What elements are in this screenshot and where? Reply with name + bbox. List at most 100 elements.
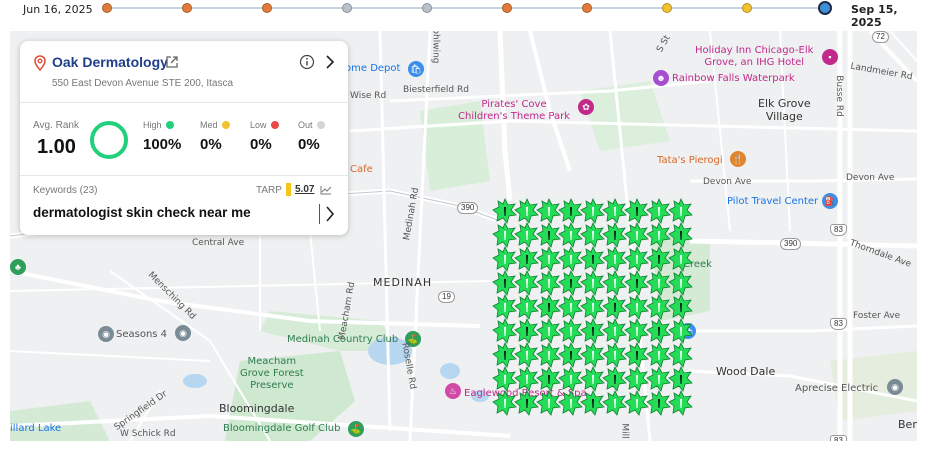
rank-marker[interactable]	[602, 270, 627, 296]
rank-marker[interactable]	[624, 390, 649, 416]
rank-marker[interactable]	[536, 246, 561, 272]
rank-marker[interactable]	[668, 318, 693, 344]
place-pin-icon[interactable]: ◉	[887, 379, 903, 395]
rank-marker[interactable]	[646, 294, 671, 320]
resort-pin-icon[interactable]: ♨	[445, 383, 461, 399]
rank-marker[interactable]	[580, 366, 605, 392]
rank-marker[interactable]	[514, 294, 539, 320]
tarp-value[interactable]: 5.07	[295, 184, 314, 195]
next-keyword-icon[interactable]	[324, 205, 336, 223]
timeline-point[interactable]	[262, 3, 272, 13]
timeline-point[interactable]	[182, 3, 192, 13]
rank-marker[interactable]	[668, 270, 693, 296]
rank-marker[interactable]	[602, 318, 627, 344]
rank-marker[interactable]	[514, 342, 539, 368]
rank-marker[interactable]	[624, 222, 649, 248]
rank-marker[interactable]	[536, 342, 561, 368]
rank-marker[interactable]	[514, 270, 539, 296]
rank-marker[interactable]	[602, 246, 627, 272]
rank-marker[interactable]	[646, 198, 671, 224]
rank-marker[interactable]	[668, 342, 693, 368]
timeline-point-selected[interactable]	[818, 1, 832, 15]
rank-marker[interactable]	[492, 222, 517, 248]
rank-marker[interactable]	[602, 222, 627, 248]
rank-marker[interactable]	[646, 318, 671, 344]
rank-marker[interactable]	[646, 222, 671, 248]
rank-marker[interactable]	[580, 270, 605, 296]
rank-marker[interactable]	[602, 342, 627, 368]
rank-marker[interactable]	[646, 342, 671, 368]
rank-marker[interactable]	[624, 246, 649, 272]
rank-marker[interactable]	[624, 294, 649, 320]
rank-marker[interactable]	[668, 246, 693, 272]
timeline-point[interactable]	[342, 3, 352, 13]
rank-marker[interactable]	[514, 246, 539, 272]
business-name-link[interactable]: Oak Dermatology	[52, 54, 168, 70]
rank-marker[interactable]	[558, 222, 583, 248]
timeline-point[interactable]	[502, 3, 512, 13]
keyword-selector[interactable]: dermatologist skin check near me	[33, 205, 251, 220]
store-pin-icon[interactable]: ◉	[98, 326, 114, 342]
rank-marker[interactable]	[536, 198, 561, 224]
rank-marker[interactable]	[602, 390, 627, 416]
store-pin-icon[interactable]: 🛍	[408, 61, 424, 77]
rank-marker[interactable]	[514, 222, 539, 248]
rank-marker[interactable]	[492, 270, 517, 296]
rank-marker[interactable]	[536, 222, 561, 248]
rank-marker[interactable]	[646, 366, 671, 392]
rank-marker[interactable]	[580, 198, 605, 224]
restaurant-pin-icon[interactable]: 🍴	[730, 151, 746, 167]
rank-marker[interactable]	[580, 246, 605, 272]
timeline-point[interactable]	[582, 3, 592, 13]
rank-marker[interactable]	[536, 366, 561, 392]
park-pin-icon[interactable]: ♣	[10, 259, 26, 275]
rank-marker[interactable]	[668, 198, 693, 224]
rank-marker[interactable]	[624, 270, 649, 296]
place-pin-icon[interactable]: ◉	[175, 325, 191, 341]
rank-marker[interactable]	[558, 318, 583, 344]
rank-marker[interactable]	[668, 366, 693, 392]
rank-marker[interactable]	[514, 390, 539, 416]
rank-marker[interactable]	[492, 366, 517, 392]
rank-marker[interactable]	[668, 390, 693, 416]
rank-marker[interactable]	[558, 294, 583, 320]
rank-marker[interactable]	[646, 270, 671, 296]
rank-marker[interactable]	[558, 366, 583, 392]
rank-marker[interactable]	[492, 390, 517, 416]
timeline-point[interactable]	[422, 3, 432, 13]
rank-marker[interactable]	[624, 318, 649, 344]
rank-marker[interactable]	[492, 198, 517, 224]
rank-marker[interactable]	[668, 222, 693, 248]
rank-marker[interactable]	[492, 294, 517, 320]
chevron-right-icon[interactable]	[323, 54, 337, 70]
timeline-point[interactable]	[662, 3, 672, 13]
rank-marker[interactable]	[536, 270, 561, 296]
rank-marker[interactable]	[514, 366, 539, 392]
rank-marker[interactable]	[514, 198, 539, 224]
timeline-point[interactable]	[742, 3, 752, 13]
rank-marker[interactable]	[646, 246, 671, 272]
rank-marker[interactable]	[602, 198, 627, 224]
trend-chart-icon[interactable]	[320, 185, 332, 195]
rank-marker[interactable]	[536, 390, 561, 416]
rank-marker[interactable]	[558, 342, 583, 368]
rank-marker[interactable]	[558, 270, 583, 296]
rank-marker[interactable]	[580, 222, 605, 248]
rank-marker[interactable]	[624, 366, 649, 392]
external-link-icon[interactable]	[165, 55, 179, 69]
rank-marker[interactable]	[558, 246, 583, 272]
travel-center-pin-icon[interactable]: ⛽	[822, 193, 838, 209]
rank-marker[interactable]	[492, 246, 517, 272]
rank-marker[interactable]	[580, 390, 605, 416]
rank-marker[interactable]	[492, 342, 517, 368]
rank-marker[interactable]	[492, 318, 517, 344]
rank-marker[interactable]	[580, 294, 605, 320]
hotel-pin-icon[interactable]: ▪	[822, 49, 838, 65]
waterpark-pin-icon[interactable]: ☻	[653, 70, 669, 86]
rank-marker[interactable]	[514, 318, 539, 344]
rank-marker[interactable]	[558, 390, 583, 416]
rank-marker[interactable]	[580, 342, 605, 368]
rank-marker[interactable]	[602, 366, 627, 392]
rank-marker[interactable]	[536, 294, 561, 320]
timeline-point[interactable]	[102, 3, 112, 13]
